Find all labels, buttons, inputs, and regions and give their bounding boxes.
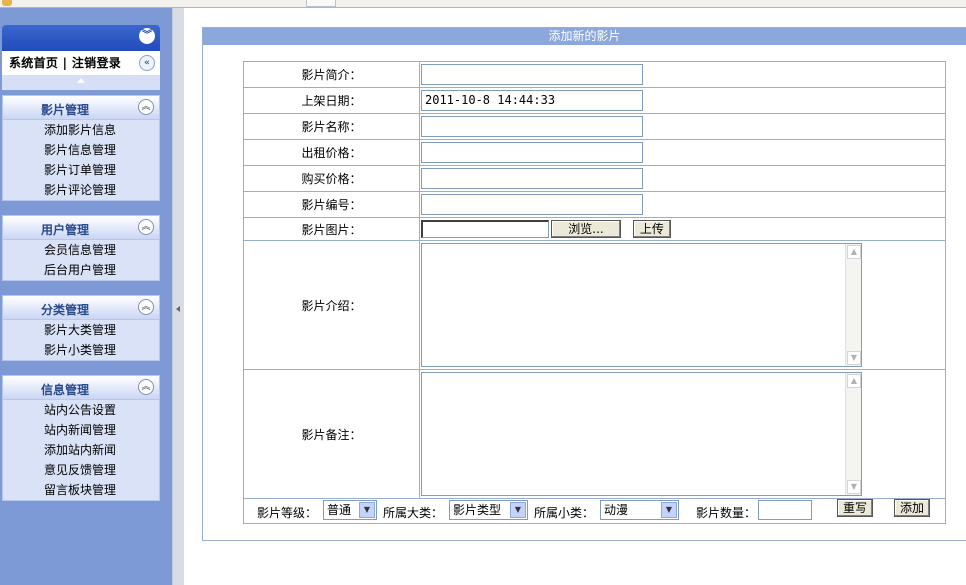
- sidebar: ︾ 系统首页 | 注销登录 « 影片管理 ︽ 添加影片信息 影片信息管理 影片订…: [0, 8, 172, 585]
- code-label: 影片编号：: [243, 191, 420, 218]
- collapse-arrow-icon[interactable]: [176, 306, 180, 312]
- scroll-down-icon[interactable]: ▼: [847, 351, 861, 365]
- name-label: 影片名称：: [243, 113, 420, 140]
- sidebar-splitter[interactable]: [172, 8, 184, 585]
- panel-title: 添加新的影片: [203, 28, 966, 45]
- menu-group-film: 影片管理 ︽ 添加影片信息 影片信息管理 影片订单管理 影片评论管理: [2, 95, 160, 201]
- name-input[interactable]: [421, 116, 643, 137]
- scroll-up-icon[interactable]: ▲: [847, 374, 861, 388]
- minor-category-select[interactable]: 动漫 ▼: [600, 500, 679, 520]
- count-label: 影片数量：: [696, 506, 757, 520]
- menu-group-title: 分类管理: [41, 303, 90, 317]
- scroll-down-icon[interactable]: ▼: [847, 480, 861, 494]
- up-arrow-icon[interactable]: [77, 78, 85, 83]
- chevron-down-icon[interactable]: ▼: [661, 502, 677, 518]
- collapse-group-icon[interactable]: ︽: [138, 299, 154, 315]
- menu-item-add-film[interactable]: 添加影片信息: [3, 120, 159, 140]
- menu-group-header[interactable]: 影片管理 ︽: [3, 96, 159, 120]
- browser-top-strip: [0, 0, 966, 8]
- menu-item-minor-categories[interactable]: 影片小类管理: [3, 340, 159, 360]
- image-label: 影片图片：: [243, 217, 420, 241]
- collapse-all-icon[interactable]: ︾: [139, 28, 155, 44]
- add-button[interactable]: 添加: [894, 499, 930, 517]
- level-label: 影片等级：: [257, 506, 318, 520]
- menu-group-title: 用户管理: [41, 223, 90, 237]
- code-input[interactable]: [421, 194, 643, 215]
- date-input[interactable]: 2011-10-8 14:44:33: [421, 90, 643, 111]
- menu-group-title: 影片管理: [41, 103, 90, 117]
- intro-label: 影片介绍：: [243, 240, 420, 370]
- scroll-up-icon[interactable]: ▲: [847, 245, 861, 259]
- brief-input[interactable]: [421, 64, 643, 85]
- collapse-group-icon[interactable]: ︽: [138, 379, 154, 395]
- major-category-select[interactable]: 影片类型 ▼: [449, 500, 528, 520]
- scrollbar[interactable]: ▲ ▼: [845, 373, 861, 495]
- browser-tab[interactable]: [306, 0, 336, 7]
- collapse-group-icon[interactable]: ︽: [138, 99, 154, 115]
- menu-item-film-info[interactable]: 影片信息管理: [3, 140, 159, 160]
- collapse-left-icon[interactable]: «: [139, 55, 155, 71]
- level-select[interactable]: 普通 ▼: [323, 500, 377, 520]
- menu-group-title: 信息管理: [41, 383, 90, 397]
- sidebar-top-links[interactable]: 系统首页 | 注销登录 «: [2, 51, 160, 75]
- folder-icon: [2, 0, 12, 6]
- chevron-down-icon[interactable]: ▼: [359, 502, 375, 518]
- menu-item-add-news[interactable]: 添加站内新闻: [3, 440, 159, 460]
- menu-group-header[interactable]: 用户管理 ︽: [3, 216, 159, 240]
- minor-category-value: 动漫: [604, 503, 629, 517]
- chevron-down-icon[interactable]: ▼: [510, 502, 526, 518]
- level-value: 普通: [327, 503, 352, 517]
- rent-label: 出租价格：: [243, 139, 420, 166]
- menu-item-film-comments[interactable]: 影片评论管理: [3, 180, 159, 200]
- menu-item-admin-users[interactable]: 后台用户管理: [3, 260, 159, 280]
- intro-textarea[interactable]: ▲ ▼: [421, 243, 862, 367]
- image-path-input[interactable]: [421, 220, 549, 238]
- buy-price-input[interactable]: [421, 168, 643, 189]
- menu-item-film-orders[interactable]: 影片订单管理: [3, 160, 159, 180]
- date-label: 上架日期：: [243, 87, 420, 114]
- reset-button[interactable]: 重写: [837, 499, 873, 517]
- scrollbar[interactable]: ▲ ▼: [845, 244, 861, 366]
- menu-group-users: 用户管理 ︽ 会员信息管理 后台用户管理: [2, 215, 160, 281]
- menu-item-feedback[interactable]: 意见反馈管理: [3, 460, 159, 480]
- brief-label: 影片简介：: [243, 61, 420, 88]
- count-input[interactable]: [758, 500, 812, 520]
- buy-label: 购买价格：: [243, 165, 420, 192]
- menu-item-message-board[interactable]: 留言板块管理: [3, 480, 159, 500]
- note-label: 影片备注：: [243, 369, 420, 499]
- menu-group-categories: 分类管理 ︽ 影片大类管理 影片小类管理: [2, 295, 160, 361]
- rent-price-input[interactable]: [421, 142, 643, 163]
- options-row: 影片等级： 普通 ▼ 所属大类： 影片类型 ▼ 所属小类： 动漫 ▼ 影片数量：…: [244, 499, 945, 523]
- browse-button[interactable]: 浏览...: [551, 220, 621, 238]
- menu-item-members[interactable]: 会员信息管理: [3, 240, 159, 260]
- menu-group-header[interactable]: 信息管理 ︽: [3, 376, 159, 400]
- menu-group-info: 信息管理 ︽ 站内公告设置 站内新闻管理 添加站内新闻 意见反馈管理 留言板块管…: [2, 375, 160, 501]
- minor-category-label: 所属小类：: [534, 506, 595, 520]
- menu-item-announcements[interactable]: 站内公告设置: [3, 400, 159, 420]
- menu-item-news[interactable]: 站内新闻管理: [3, 420, 159, 440]
- collapse-group-icon[interactable]: ︽: [138, 219, 154, 235]
- menu-group-header[interactable]: 分类管理 ︽: [3, 296, 159, 320]
- major-category-value: 影片类型: [453, 503, 502, 517]
- add-film-form: 影片简介： 上架日期： 2011-10-8 14:44:33 影片名称： 出租价…: [243, 61, 946, 524]
- note-textarea[interactable]: ▲ ▼: [421, 372, 862, 496]
- add-film-panel: 添加新的影片 影片简介： 上架日期： 2011-10-8 14:44:33 影片…: [202, 27, 966, 541]
- menu-item-major-categories[interactable]: 影片大类管理: [3, 320, 159, 340]
- scroll-up-strip[interactable]: [2, 75, 160, 90]
- upload-button[interactable]: 上传: [632, 220, 671, 238]
- home-logout-links[interactable]: 系统首页 | 注销登录: [9, 56, 121, 70]
- major-category-label: 所属大类：: [383, 506, 444, 520]
